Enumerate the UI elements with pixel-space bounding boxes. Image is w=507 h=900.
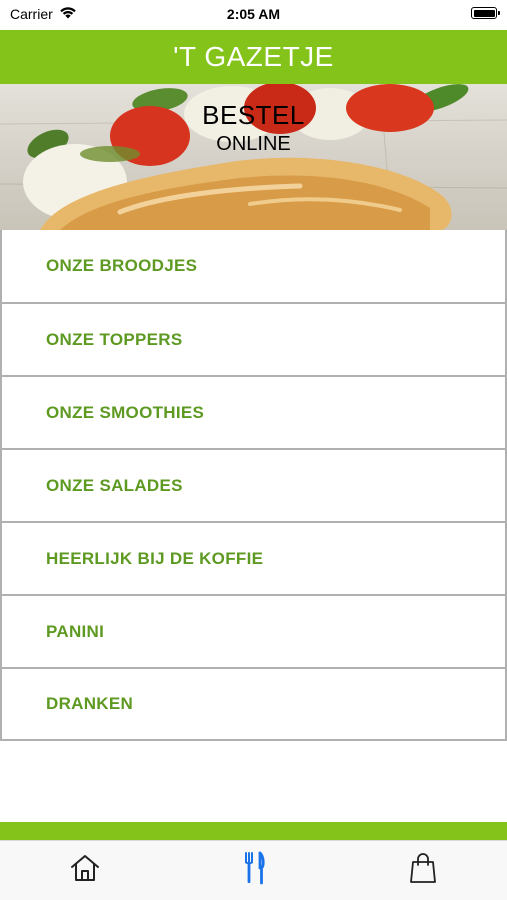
banner-title: BESTEL bbox=[202, 100, 305, 130]
menu-item-label: ONZE SALADES bbox=[46, 475, 183, 495]
battery-icon bbox=[471, 7, 500, 19]
banner-text: BESTEL ONLINE bbox=[0, 100, 507, 156]
banner-subtitle: ONLINE bbox=[216, 133, 291, 155]
banner-image: BESTEL ONLINE bbox=[0, 84, 507, 230]
app-header: 'T GAZETJE bbox=[0, 30, 507, 84]
menu-item-label: PANINI bbox=[46, 621, 105, 641]
menu-item-label: ONZE SMOOTHIES bbox=[46, 402, 205, 422]
menu-item-label: ONZE BROODJES bbox=[46, 256, 198, 275]
home-icon bbox=[69, 853, 101, 888]
menu-item-dranken[interactable]: DRANKEN bbox=[0, 668, 507, 741]
menu-item-label: HEERLIJK BIJ DE KOFFIE bbox=[46, 548, 264, 568]
tab-home[interactable] bbox=[0, 841, 169, 900]
tab-cart[interactable] bbox=[338, 841, 507, 900]
menu-item-onze-toppers[interactable]: ONZE TOPPERS bbox=[0, 303, 507, 376]
status-bar: Carrier 2:05 AM bbox=[0, 0, 507, 30]
footer-accent-bar bbox=[0, 822, 507, 840]
menu-item-onze-salades[interactable]: ONZE SALADES bbox=[0, 449, 507, 522]
app-title: 'T GAZETJE bbox=[173, 41, 334, 72]
menu-item-label: DRANKEN bbox=[46, 694, 134, 713]
tab-menu[interactable] bbox=[169, 841, 338, 900]
menu-item-onze-smoothies[interactable]: ONZE SMOOTHIES bbox=[0, 376, 507, 449]
menu-item-panini[interactable]: PANINI bbox=[0, 595, 507, 668]
fork-knife-icon bbox=[242, 851, 266, 890]
menu-list: ONZE BROODJES ONZE TOPPERS ONZE SMOOTHIE… bbox=[0, 230, 507, 741]
status-time: 2:05 AM bbox=[226, 6, 281, 22]
menu-item-onze-broodjes[interactable]: ONZE BROODJES bbox=[0, 230, 507, 303]
shopping-bag-icon bbox=[409, 852, 437, 889]
menu-item-heerlijk-bij-de-koffie[interactable]: HEERLIJK BIJ DE KOFFIE bbox=[0, 522, 507, 595]
tab-bar bbox=[0, 840, 507, 900]
menu-item-label: ONZE TOPPERS bbox=[46, 329, 183, 349]
